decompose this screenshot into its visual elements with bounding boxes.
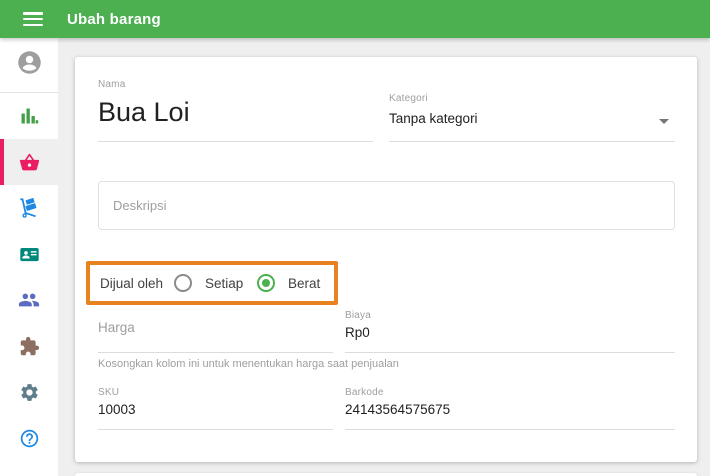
kategori-select[interactable]: Tanpa kategori: [389, 93, 675, 143]
biaya-label: Biaya: [345, 310, 372, 321]
deskripsi-field: [98, 181, 675, 230]
sku-input[interactable]: [98, 402, 333, 417]
barkode-underline: [345, 429, 675, 430]
nama-input[interactable]: [98, 97, 373, 128]
sidebar-item-integrations[interactable]: [0, 323, 58, 369]
sidebar-item-settings[interactable]: [0, 369, 58, 415]
biaya-input[interactable]: [345, 325, 675, 340]
kategori-value: Tanpa kategori: [389, 111, 478, 126]
app-header: Ubah barang: [0, 0, 710, 38]
sidebar-item-employees[interactable]: [0, 277, 58, 323]
hand-truck-icon: [18, 197, 40, 219]
sku-underline: [98, 429, 333, 430]
sidebar-item-items[interactable]: [0, 139, 58, 185]
sidebar-item-help[interactable]: [0, 415, 58, 461]
deskripsi-textarea[interactable]: [99, 182, 674, 229]
people-icon: [18, 289, 40, 311]
sidebar-item-account[interactable]: [0, 38, 58, 92]
harga-underline: [98, 352, 333, 353]
barkode-label: Barkode: [345, 387, 384, 398]
harga-input[interactable]: [98, 320, 333, 335]
bar-chart-icon: [19, 106, 39, 126]
sku-label: SKU: [98, 387, 120, 398]
radio-berat-label[interactable]: Berat: [288, 276, 320, 291]
barkode-input[interactable]: [345, 402, 675, 417]
harga-hint: Kosongkan kolom ini untuk menentukan har…: [98, 358, 399, 370]
radio-berat[interactable]: [257, 274, 275, 292]
avatar-icon: [16, 49, 43, 81]
gear-icon: [19, 382, 40, 403]
kategori-underline: [389, 141, 675, 142]
puzzle-icon: [19, 336, 40, 357]
radio-setiap-label[interactable]: Setiap: [205, 276, 243, 291]
sidebar: [0, 38, 58, 476]
contact-card-icon: [19, 244, 40, 265]
biaya-underline: [345, 352, 675, 353]
sidebar-item-inventory[interactable]: [0, 185, 58, 231]
help-icon: [19, 428, 40, 449]
nama-label: Nama: [98, 79, 126, 90]
nama-underline: [98, 141, 373, 142]
radio-setiap[interactable]: [174, 274, 192, 292]
hamburger-icon[interactable]: [23, 12, 43, 26]
basket-icon: [19, 152, 40, 173]
chevron-down-icon[interactable]: [659, 119, 669, 124]
sold-by-label: Dijual oleh: [100, 275, 164, 291]
sold-by-row: Dijual oleh Setiap Berat: [75, 261, 355, 305]
edit-item-card: Nama Kategori Tanpa kategori Dijual oleh…: [75, 57, 697, 462]
sidebar-item-customers[interactable]: [0, 231, 58, 277]
sidebar-item-reports[interactable]: [0, 93, 58, 139]
page-title: Ubah barang: [67, 10, 161, 28]
